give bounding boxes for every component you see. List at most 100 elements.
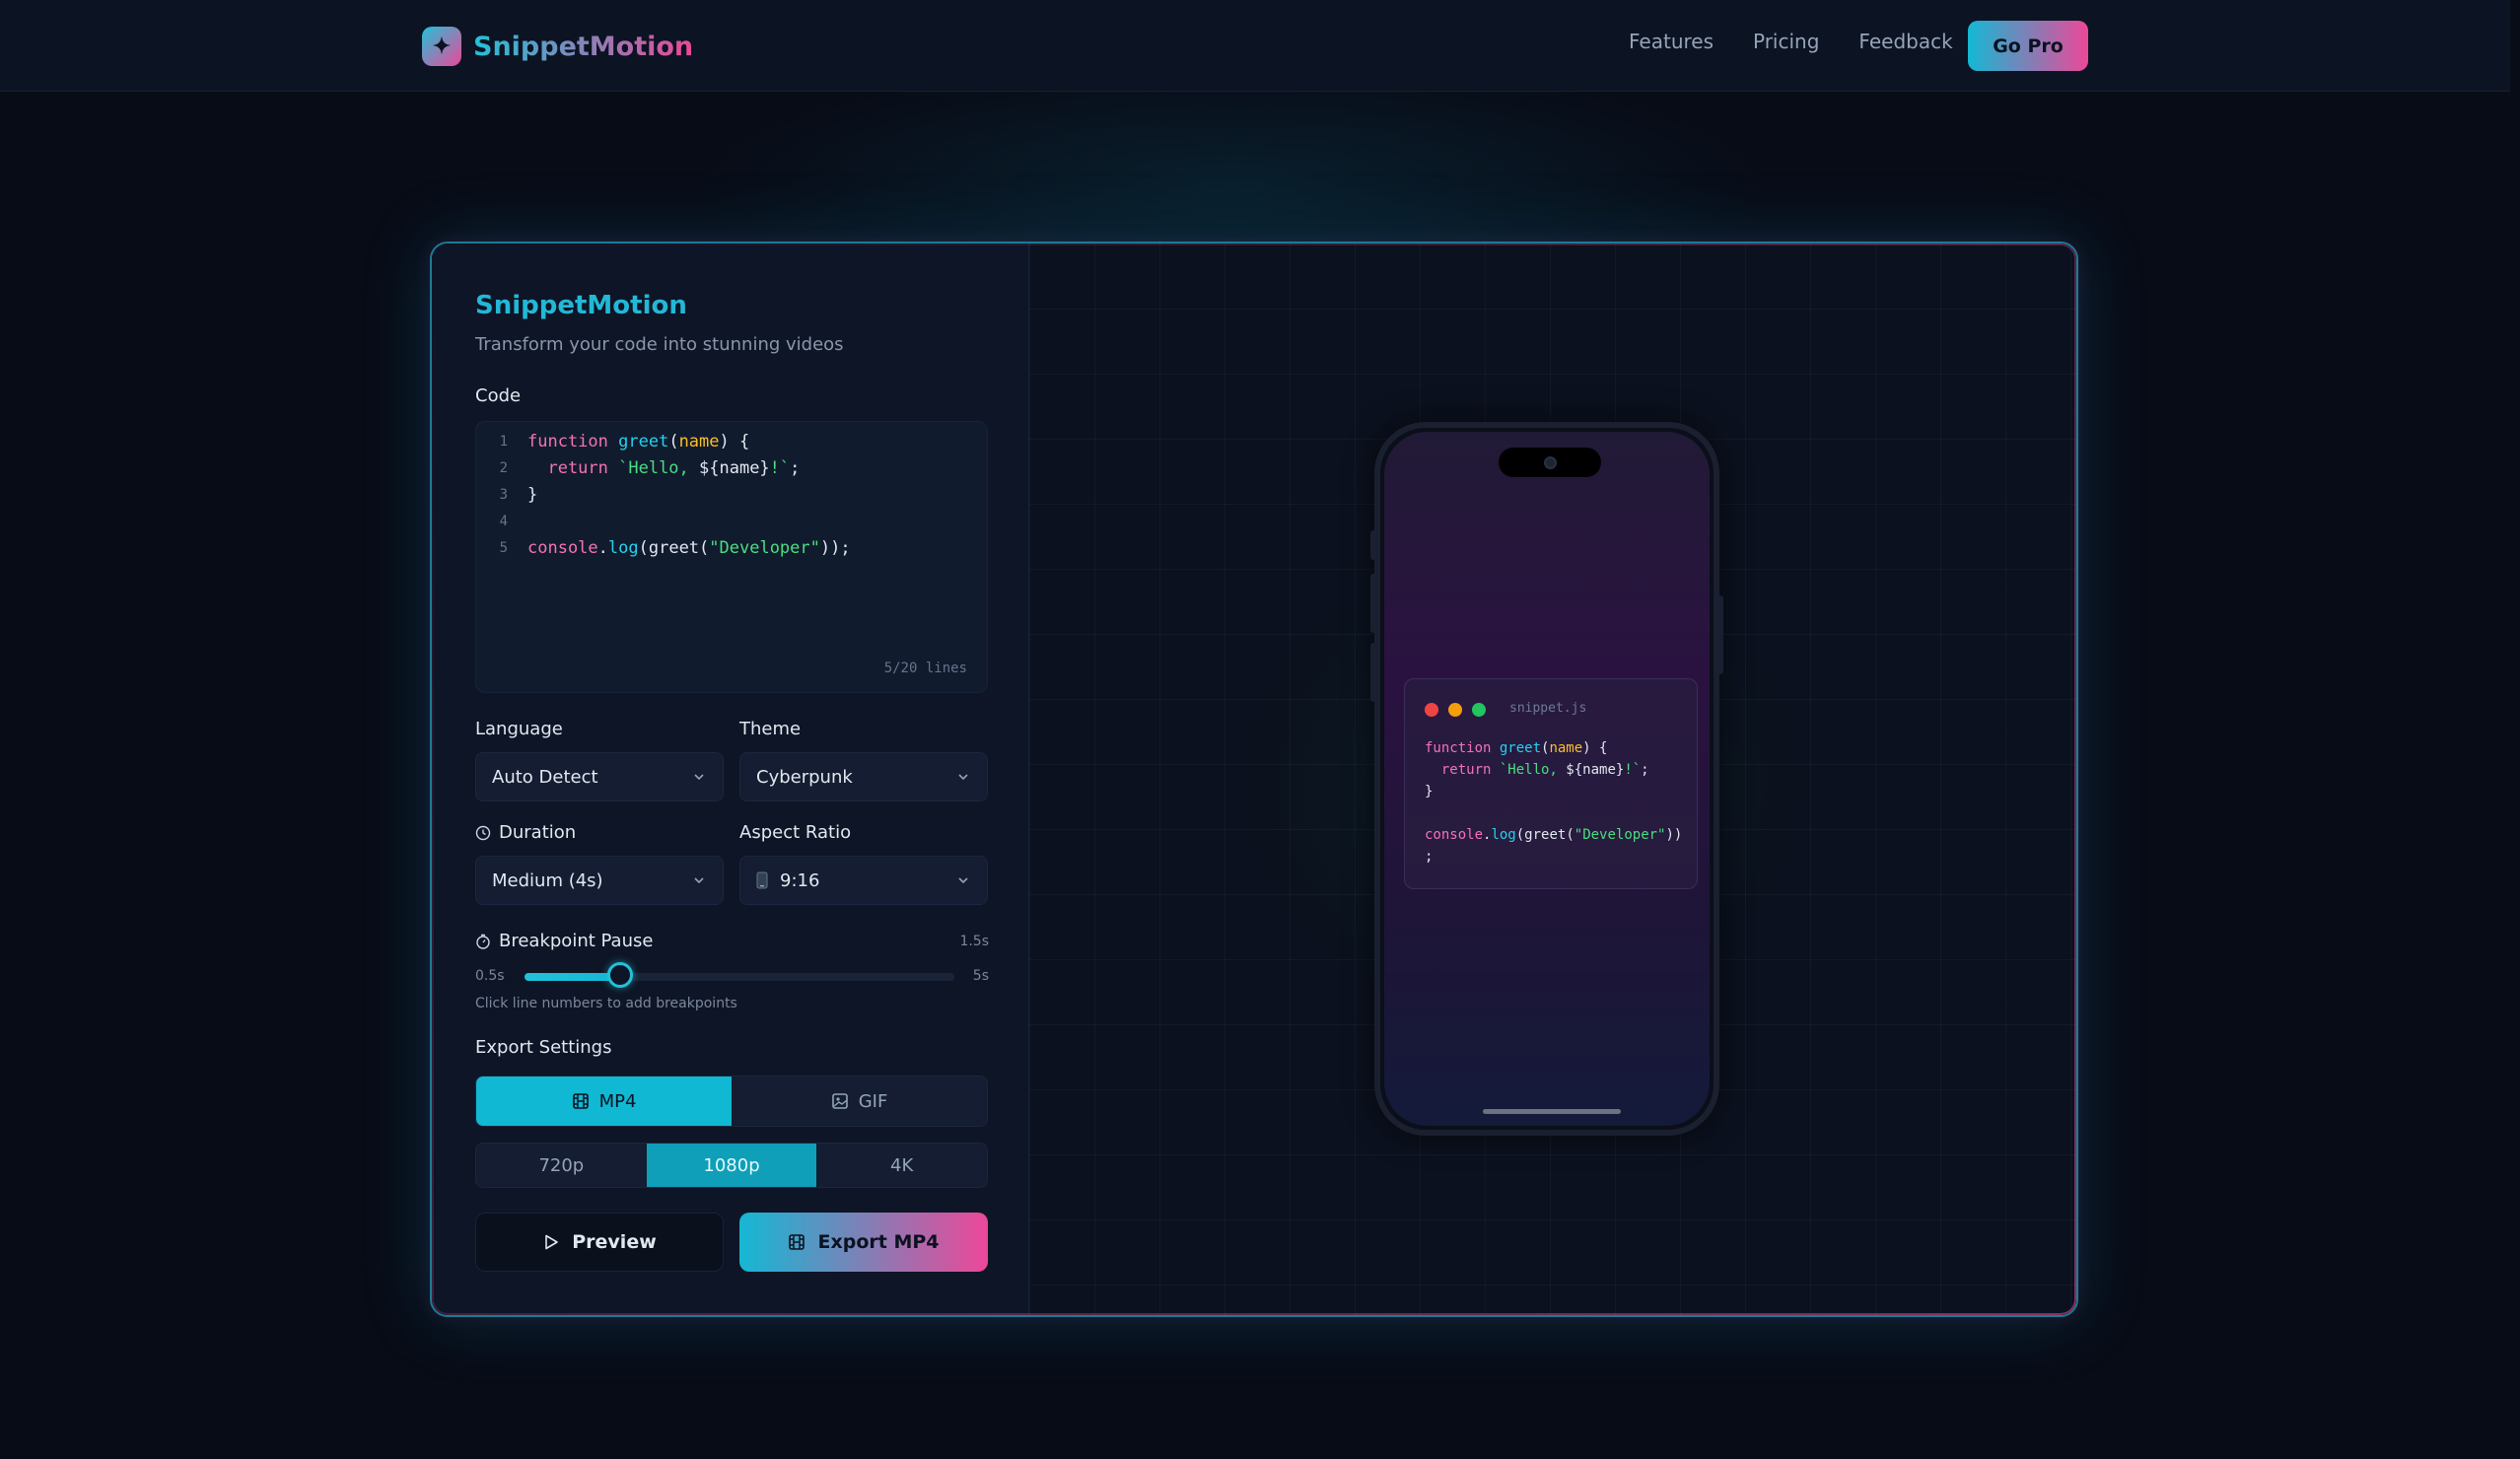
line-number[interactable]: 3 <box>476 487 508 503</box>
resolution-720p-button[interactable]: 720p <box>476 1144 647 1187</box>
snippet-line: console.log(greet("Developer")) <box>1425 827 1682 843</box>
code-line[interactable]: 4 <box>476 508 527 534</box>
snippet-token: )) <box>1665 827 1683 843</box>
snippet-token: `Hello, <box>1499 762 1567 778</box>
duration-value: Medium (4s) <box>492 869 603 891</box>
export-button[interactable]: Export MP4 <box>739 1213 988 1272</box>
code-token: } <box>527 484 538 505</box>
code-token: name <box>678 431 720 452</box>
duration-label: Duration <box>475 822 576 843</box>
chevron-down-icon <box>958 877 968 884</box>
phone-side-button <box>1370 530 1376 560</box>
play-icon <box>545 1234 559 1250</box>
line-number[interactable]: 2 <box>476 460 508 476</box>
panel-subtitle: Transform your code into stunning videos <box>475 334 844 355</box>
preview-button[interactable]: Preview <box>475 1213 724 1272</box>
language-label-text: Language <box>475 719 563 739</box>
snippet-line: ; <box>1425 849 1433 865</box>
go-pro-button[interactable]: Go Pro <box>1968 21 2088 71</box>
export-label-text: Export Settings <box>475 1037 612 1058</box>
duration-select[interactable]: Medium (4s) <box>475 856 724 905</box>
duration-label-text: Duration <box>499 822 577 843</box>
code-line[interactable]: 3} <box>476 481 538 508</box>
snippet-token: function <box>1425 740 1500 756</box>
code-editor[interactable]: 5/20 lines 1 function greet(name) {2 retu… <box>475 421 988 693</box>
breakpoint-slider[interactable] <box>525 962 954 988</box>
theme-label-text: Theme <box>739 719 802 739</box>
snippet-token: return <box>1425 762 1500 778</box>
code-snippet-window: snippet.js function greet(name) { return… <box>1404 678 1698 889</box>
nav-links: Features Pricing Feedback <box>1629 30 1953 53</box>
film-icon <box>572 1093 589 1109</box>
code-line[interactable]: 5 console. log (greet("Developer")); <box>476 534 851 561</box>
format-mp4-button[interactable]: MP4 <box>476 1077 732 1126</box>
format-gif-button[interactable]: GIF <box>732 1077 987 1126</box>
preview-button-label: Preview <box>572 1231 657 1253</box>
resolution-1080p-button[interactable]: 1080p <box>646 1144 817 1187</box>
code-token: log <box>607 537 639 558</box>
theme-select[interactable]: Cyberpunk <box>739 752 988 801</box>
format-toggle: MP4 GIF <box>475 1076 988 1127</box>
snippet-token: console <box>1425 827 1484 843</box>
code-token: "Developer" <box>709 537 820 558</box>
aspect-ratio-select[interactable]: 9:16 <box>739 856 988 905</box>
code-token: (greet( <box>638 537 710 558</box>
snippet-token: !` <box>1624 762 1642 778</box>
resolution-toggle: 720p 1080p 4K <box>475 1143 988 1188</box>
code-token: greet <box>618 431 669 452</box>
snippet-token: ; <box>1425 849 1434 865</box>
language-select[interactable]: Auto Detect <box>475 752 724 801</box>
clock-icon <box>475 825 491 840</box>
snippet-token: "Developer" <box>1574 827 1666 843</box>
timer-icon <box>476 934 490 949</box>
snippet-token: ) { <box>1582 740 1608 756</box>
format-gif-label: GIF <box>858 1090 888 1112</box>
slider-min-label: 0.5s <box>475 968 505 984</box>
code-token: . <box>597 537 608 558</box>
slider-max-label: 5s <box>972 968 989 984</box>
brand[interactable]: ✦ SnippetMotion <box>422 26 693 67</box>
sparkle-logo-icon: ✦ <box>422 27 461 66</box>
nav-link-pricing[interactable]: Pricing <box>1753 30 1819 53</box>
window-maximize-dot <box>1472 703 1486 717</box>
code-line[interactable]: 1 function greet(name) { <box>476 428 750 454</box>
line-number[interactable]: 4 <box>476 514 508 529</box>
code-token: !` <box>769 457 791 478</box>
snippet-token: log <box>1491 827 1516 843</box>
nav-link-features[interactable]: Features <box>1629 30 1714 53</box>
language-label: Language <box>475 719 563 739</box>
snippet-token: ${name} <box>1566 762 1625 778</box>
snippet-line: return `Hello, ${name}!`; <box>1425 762 1649 778</box>
snippet-token: ; <box>1641 762 1649 778</box>
code-token: function <box>527 431 619 452</box>
export-button-label: Export MP4 <box>817 1231 940 1253</box>
chevron-down-icon <box>694 877 704 884</box>
aspect-ratio-value: 9:16 <box>780 869 820 891</box>
top-nav: ✦ SnippetMotion Features Pricing Feedbac… <box>0 0 2510 92</box>
aspect-label-text: Aspect Ratio <box>739 822 852 843</box>
code-token: `Hello, <box>618 457 700 478</box>
phone-screen: snippet.js function greet(name) { return… <box>1384 432 1710 1126</box>
window-close-dot <box>1425 703 1438 717</box>
settings-panel: SnippetMotion Transform your code into s… <box>432 243 1029 1315</box>
theme-value: Cyberpunk <box>756 766 853 788</box>
format-mp4-label: MP4 <box>598 1090 637 1112</box>
slider-thumb[interactable] <box>606 962 633 988</box>
phone-volume-down <box>1370 643 1376 702</box>
code-token: )); <box>819 537 851 558</box>
resolution-4k-button[interactable]: 4K <box>816 1144 987 1187</box>
snippet-token: } <box>1425 784 1434 799</box>
snippet-token: (greet( <box>1515 827 1575 843</box>
phone-icon <box>756 871 768 889</box>
breakpoint-label: Breakpoint Pause <box>475 931 653 951</box>
home-indicator <box>1483 1109 1621 1114</box>
line-count: 5/20 lines <box>883 660 967 676</box>
aspect-ratio-label: Aspect Ratio <box>739 822 851 843</box>
nav-link-feedback[interactable]: Feedback <box>1858 30 1952 53</box>
line-number[interactable]: 5 <box>476 540 508 556</box>
snippet-filename: snippet.js <box>1509 701 1587 716</box>
line-number[interactable]: 1 <box>476 434 508 450</box>
slider-fill <box>525 973 620 981</box>
code-line[interactable]: 2 return `Hello, ${name} !`; <box>476 454 801 481</box>
code-label: Code <box>475 385 521 406</box>
